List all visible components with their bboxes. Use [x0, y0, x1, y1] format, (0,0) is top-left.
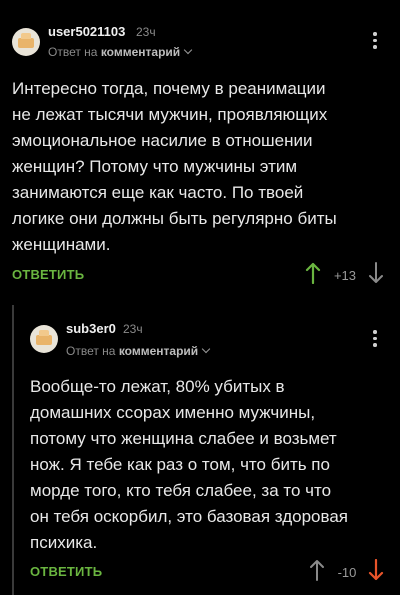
text-line: женщин? Потому что мужчины этим [12, 157, 298, 176]
avatar-icon[interactable] [12, 28, 40, 56]
text-line: потому что женщина слабее и возьмет [30, 429, 337, 448]
comment-text: Вообще-то лежат, 80% убитых в домашних с… [30, 374, 400, 556]
kebab-menu-icon[interactable] [372, 330, 378, 350]
reply-to-link[interactable]: Ответ на комментарий [66, 344, 211, 358]
arrow-up-icon[interactable] [309, 559, 325, 581]
text-line: нож. Я тебе как раз о том, что бить по [30, 455, 330, 474]
chevron-down-icon [201, 344, 211, 354]
text-line: эмоциональное насилие в отношении [12, 131, 313, 150]
comment-1: user5021103 23ч Ответ на комментарий Инт… [0, 0, 400, 298]
timestamp: 23ч [136, 25, 156, 39]
arrow-down-icon[interactable] [368, 559, 384, 581]
text-line: занимаются еще как часто. По твоей [12, 183, 304, 202]
reply-button[interactable]: ОТВЕТИТЬ [30, 564, 102, 579]
text-line: домашних ссорах именно мужчины, [30, 403, 316, 422]
username[interactable]: sub3er0 [66, 321, 116, 336]
arrow-up-icon[interactable] [305, 262, 321, 284]
rating-value: -10 [337, 565, 357, 580]
text-line: не лежат тысячи мужчин, проявляющих [12, 105, 328, 124]
kebab-menu-icon[interactable] [372, 32, 378, 52]
comment-text: Интересно тогда, почему в реанимации не … [12, 76, 392, 258]
reply-to-link[interactable]: Ответ на комментарий [48, 45, 193, 59]
comment-2: sub3er0 23ч Ответ на комментарий Вообще-… [12, 298, 400, 595]
text-line: женщинами. [12, 235, 111, 254]
text-line: логике они должны быть регулярно биты [12, 209, 337, 228]
reply-prefix: Ответ на [66, 344, 116, 358]
reply-target: комментарий [118, 344, 199, 358]
text-line: психика. [30, 533, 98, 552]
timestamp: 23ч [123, 322, 143, 336]
text-line: он тебя оскорбил, это базовая здоровая [30, 507, 348, 526]
text-line: Интересно тогда, почему в реанимации [12, 79, 326, 98]
reply-prefix: Ответ на [48, 45, 98, 59]
text-line: Вообще-то лежат, 80% убитых в [30, 377, 285, 396]
reply-target: комментарий [100, 45, 181, 59]
arrow-down-icon[interactable] [368, 262, 384, 284]
rating-value: +13 [333, 268, 357, 283]
reply-button[interactable]: ОТВЕТИТЬ [12, 267, 84, 282]
username[interactable]: user5021103 [48, 24, 125, 39]
text-line: морде того, кто тебя слабее, за то что [30, 481, 332, 500]
avatar-icon[interactable] [30, 325, 58, 353]
chevron-down-icon [183, 45, 193, 55]
